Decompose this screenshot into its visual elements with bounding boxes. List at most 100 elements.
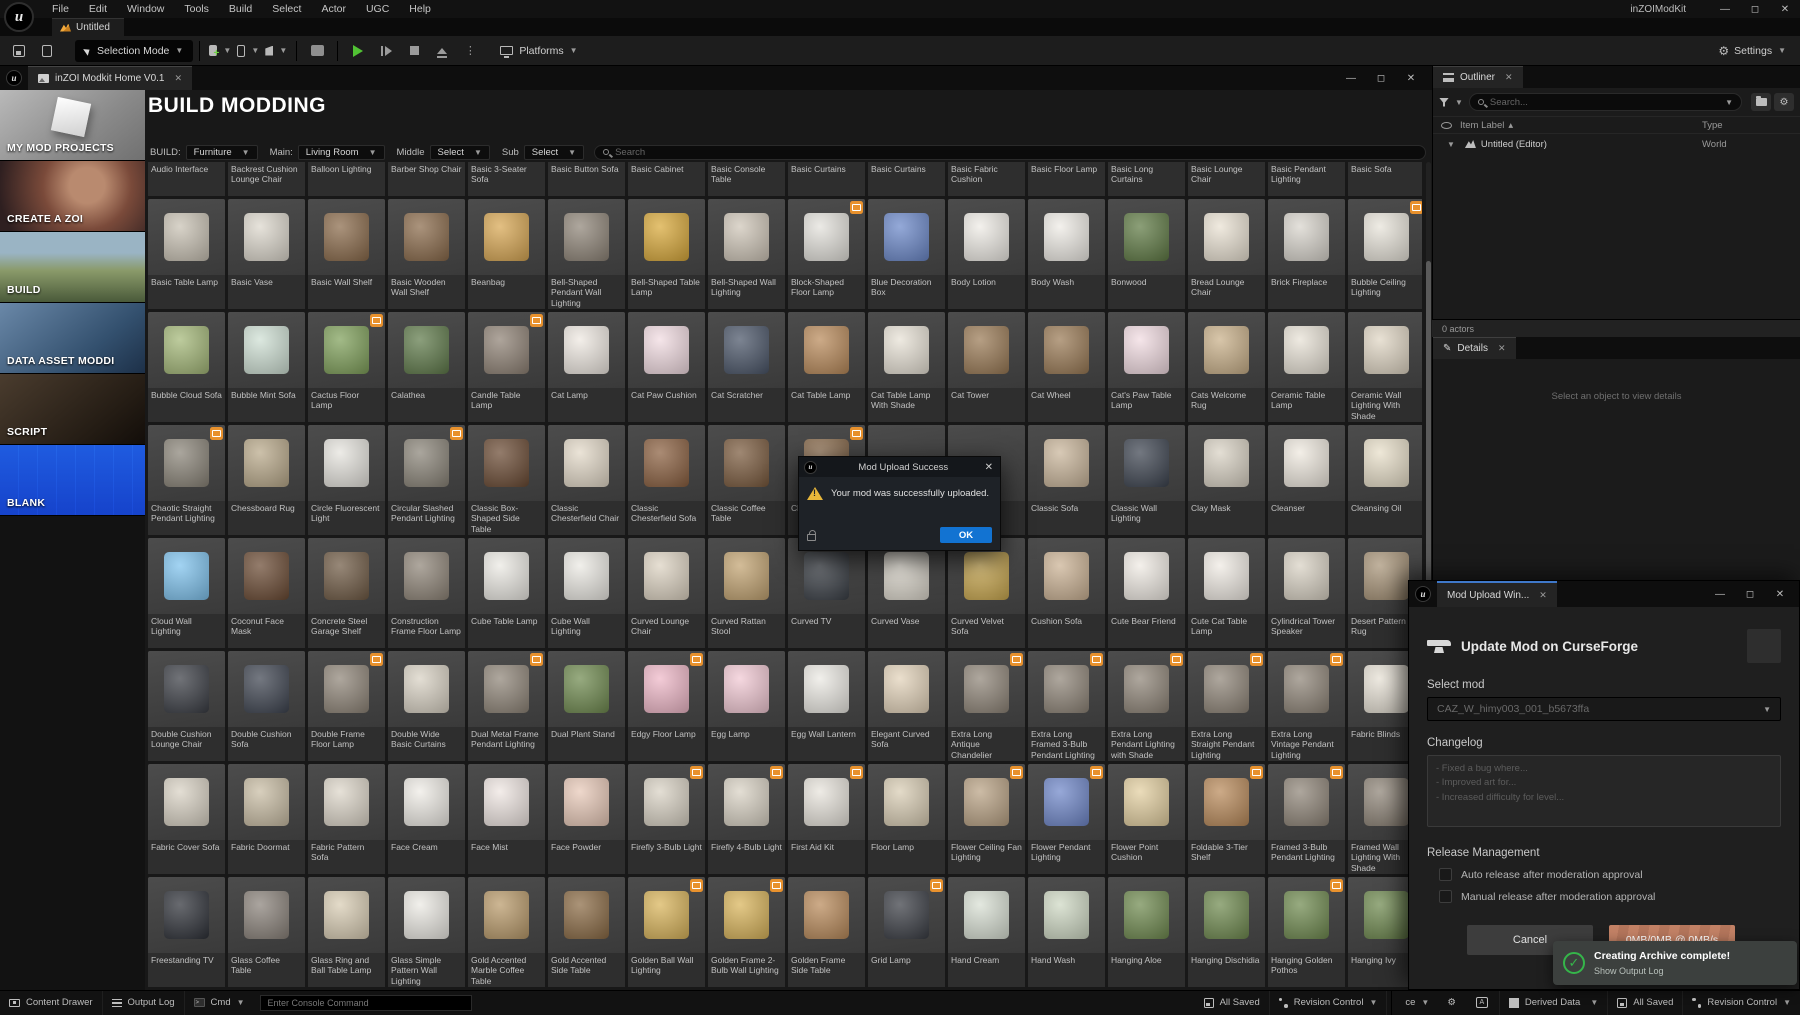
sidebar-item-create-a-zoi[interactable]: CREATE A ZOI [0,161,145,232]
platforms-dropdown[interactable]: Platforms ▼ [500,45,577,57]
asset-tile[interactable]: Glass Ring and Ball Table Lamp [308,877,385,987]
asset-tile[interactable]: Dual Plant Stand [548,651,625,761]
asset-tile[interactable]: Cylindrical Tower Speaker [1268,538,1345,648]
asset-tile[interactable]: Hanging Dischidia [1188,877,1265,987]
asset-tile[interactable]: Cat Paw Cushion [628,312,705,422]
asset-tile[interactable]: Beanbag [468,199,545,309]
menu-actor[interactable]: Actor [311,0,356,18]
menu-help[interactable]: Help [399,0,441,18]
asset-tile[interactable]: Circle Fluorescent Light [308,425,385,535]
asset-tile[interactable]: Face Powder [548,764,625,874]
asset-tile[interactable]: Chessboard Rug [228,425,305,535]
asset-tile[interactable]: Floor Lamp [868,764,945,874]
sidebar-item-script[interactable]: SCRIPT [0,374,145,445]
asset-tile[interactable]: Elegant Curved Sofa [868,651,945,761]
asset-tile[interactable]: Basic Curtains [788,162,865,196]
asset-tile[interactable]: Basic Cabinet [628,162,705,196]
asset-tile[interactable]: Basic Button Sofa [548,162,625,196]
asset-tile[interactable]: Basic Vase [228,199,305,309]
asset-tile[interactable]: Bonwood [1108,199,1185,309]
asset-tile[interactable]: Ceramic Table Lamp [1268,312,1345,422]
maximize-button[interactable]: ◻ [1740,0,1770,18]
asset-tile[interactable]: Blue Decoration Box [868,199,945,309]
asset-tile[interactable]: Gold Accented Side Table [548,877,625,987]
asset-tile[interactable]: Fabric Pattern Sofa [308,764,385,874]
asset-tile[interactable]: Bell-Shaped Wall Lighting [708,199,785,309]
output-log-button[interactable]: Output Log [103,991,185,1015]
asset-tile[interactable]: Cat Table Lamp With Shade [868,312,945,422]
stop-button[interactable] [403,41,425,61]
console-command-input[interactable]: Enter Console Command [260,995,472,1011]
asset-tile[interactable]: Flower Pendant Lighting [1028,764,1105,874]
asset-tile[interactable]: Cats Welcome Rug [1188,312,1265,422]
asset-tile[interactable]: Construction Frame Floor Lamp [388,538,465,648]
auto-release-checkbox[interactable] [1439,868,1452,881]
asset-tile[interactable]: Cleanser [1268,425,1345,535]
outliner-settings-button[interactable]: ⚙ [1774,93,1794,111]
settings-dropdown[interactable]: ⚙ Settings ▼ [1718,44,1786,58]
asset-tile[interactable]: Golden Frame Side Table [788,877,865,987]
asset-tile[interactable]: Basic Fabric Cushion [948,162,1025,196]
sidebar-item-blank[interactable]: BLANK [0,445,145,516]
asset-tile[interactable]: Flower Ceiling Fan Lighting [948,764,1025,874]
close-tab-icon[interactable]: ✕ [1498,343,1506,354]
asset-tile[interactable]: Classic Chesterfield Chair [548,425,625,535]
asset-tile[interactable]: Hanging Aloe [1108,877,1185,987]
asset-tile[interactable]: Cushion Sofa [1028,538,1105,648]
asset-tile[interactable]: Brick Fireplace [1268,199,1345,309]
asset-tile[interactable]: Glass Simple Pattern Wall Lighting [388,877,465,987]
asset-tile[interactable]: Double Cushion Lounge Chair [148,651,225,761]
asset-tile[interactable]: Bubble Cloud Sofa [148,312,225,422]
changelog-textarea[interactable]: - Fixed a bug where... - Improved art fo… [1427,755,1781,827]
menu-window[interactable]: Window [117,0,174,18]
close-tab-icon[interactable]: ✕ [1505,72,1513,83]
details-tab[interactable]: ✎ Details ✕ [1433,337,1516,359]
main-category-dropdown[interactable]: Living Room▼ [298,145,385,160]
revision-control-dropdown[interactable]: Revision Control ▼ [1270,991,1388,1015]
asset-tile[interactable]: Classic Chesterfield Sofa [628,425,705,535]
asset-tile[interactable]: Chaotic Straight Pendant Lighting [148,425,225,535]
add-actor-button[interactable]: ▼ [209,41,231,61]
asset-tile[interactable]: Concrete Steel Garage Shelf [308,538,385,648]
play-options-button[interactable]: ⋮ [459,41,481,61]
modwin-close-button[interactable]: ✕ [1765,585,1795,603]
blueprints-button[interactable]: ▼ [237,41,259,61]
home-restore-button[interactable]: ◻ [1366,69,1396,87]
asset-tile[interactable]: Basic 3-Seater Sofa [468,162,545,196]
asset-tile[interactable]: Ceramic Wall Lighting With Shade [1348,312,1422,422]
asset-tile[interactable]: Bubble Mint Sofa [228,312,305,422]
truncated-dropdown[interactable]: ce ▼ [1396,991,1438,1015]
asset-tile[interactable]: Body Wash [1028,199,1105,309]
sidebar-item-my-mod-projects[interactable]: MY MOD PROJECTS [0,90,145,161]
asset-tile[interactable]: Cat's Paw Table Lamp [1108,312,1185,422]
asset-tile[interactable]: Barber Shop Chair [388,162,465,196]
asset-tile[interactable]: Classic Box-Shaped Side Table [468,425,545,535]
outliner-row-untitled[interactable]: ▼ Untitled (Editor) World [1433,134,1800,154]
asset-tile[interactable]: Curved TV [788,538,865,648]
derived-data-dropdown[interactable]: Derived Data ▼ [1500,991,1608,1015]
asset-tile[interactable]: Golden Ball Wall Lighting [628,877,705,987]
home-minimize-button[interactable]: ― [1336,69,1366,87]
mod-upload-tab[interactable]: Mod Upload Win... ✕ [1437,581,1557,607]
asset-tile[interactable]: Cat Wheel [1028,312,1105,422]
asset-tile[interactable]: Extra Long Framed 3-Bulb Pendant Lightin… [1028,651,1105,761]
sidebar-item-build[interactable]: BUILD [0,232,145,303]
asset-tile[interactable]: Classic Wall Lighting [1108,425,1185,535]
asset-tile[interactable]: Golden Frame 2-Bulb Wall Lighting [708,877,785,987]
all-saved-button-2[interactable]: All Saved [1608,991,1683,1015]
asset-tile[interactable]: Firefly 3-Bulb Light [628,764,705,874]
revision-control-dropdown-2[interactable]: Revision Control ▼ [1683,991,1800,1015]
asset-tile[interactable]: Double Wide Basic Curtains [388,651,465,761]
asset-tile[interactable]: Curved Vase [868,538,945,648]
asset-tile[interactable]: Cat Scratcher [708,312,785,422]
asset-tile[interactable]: Extra Long Straight Pendant Lighting [1188,651,1265,761]
asset-tile[interactable]: Basic Table Lamp [148,199,225,309]
asset-tile[interactable]: Fabric Cover Sofa [148,764,225,874]
asset-tile[interactable]: Flower Point Cushion [1108,764,1185,874]
asset-tile[interactable]: Backrest Cushion Lounge Chair [228,162,305,196]
show-output-log-link[interactable]: Show Output Log [1594,966,1730,976]
landscape-button[interactable] [306,41,328,61]
asset-tile[interactable]: Bubble Ceiling Lighting [1348,199,1422,309]
save-all-button[interactable] [8,41,30,61]
asset-tile[interactable]: Gold Accented Marble Coffee Table [468,877,545,987]
